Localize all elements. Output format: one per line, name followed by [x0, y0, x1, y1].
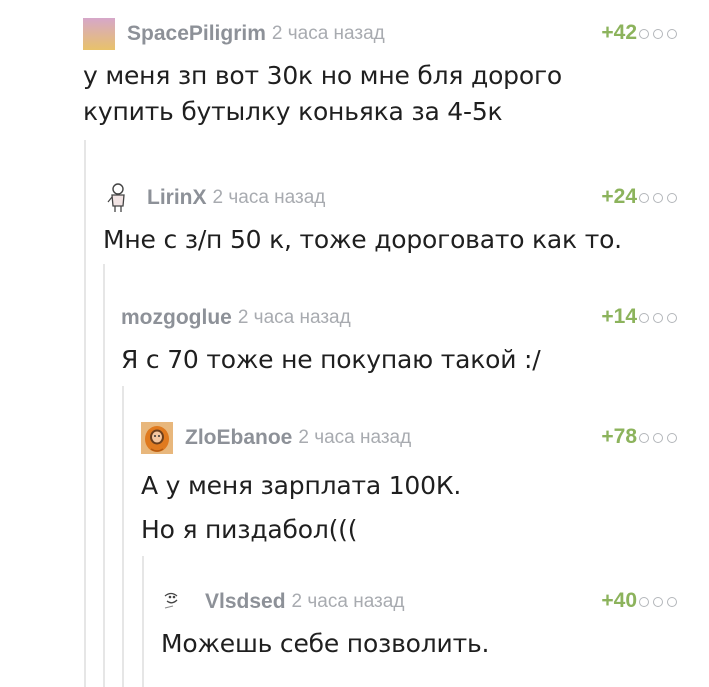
- username[interactable]: SpacePiligrim: [127, 22, 266, 46]
- dot-icon: [639, 29, 649, 39]
- comment: LirinX 2 часа назад +24 Мне с з/п 50 к, …: [103, 182, 709, 262]
- dot-icon: [653, 313, 663, 323]
- dot-icon: [667, 193, 677, 203]
- more-options-button[interactable]: [639, 18, 677, 50]
- hooded-character-avatar-icon[interactable]: [141, 422, 173, 454]
- rating-score: +78: [601, 425, 637, 448]
- comment-line: Но я пиздабол(((: [141, 515, 358, 544]
- thread-line: [84, 140, 86, 687]
- comment-header: Vlsdsed 2 часа назад: [161, 586, 404, 618]
- thread-line: [142, 556, 144, 687]
- comment-line: купить бутылку коньяка за 4-5к: [83, 97, 503, 126]
- timestamp[interactable]: 2 часа назад: [292, 591, 405, 613]
- rating-score: +40: [601, 589, 637, 612]
- comment: mozgoglue 2 часа назад +14 Я с 70 тоже н…: [121, 302, 709, 382]
- comment-line: Можешь себе позволить.: [161, 629, 490, 658]
- username[interactable]: Vlsdsed: [205, 590, 286, 614]
- comment-text: Мне с з/п 50 к, тоже дороговато как то.: [103, 222, 622, 258]
- more-options-button[interactable]: [639, 302, 677, 334]
- dot-icon: [653, 193, 663, 203]
- comment-line: Я с 70 тоже не покупаю такой :/: [121, 345, 541, 374]
- comment: ZloEbanoe 2 часа назад +78 А у меня зарп…: [141, 422, 709, 552]
- comment-header: ZloEbanoe 2 часа назад: [141, 422, 411, 454]
- comment-text: Я с 70 тоже не покупаю такой :/: [121, 342, 541, 378]
- comment-header: mozgoglue 2 часа назад: [121, 302, 351, 334]
- comment: SpacePiligrim 2 часа назад +42 у меня зп…: [83, 18, 709, 138]
- dot-icon: [653, 597, 663, 607]
- stick-figure-avatar-icon[interactable]: [103, 182, 135, 214]
- rating-score: +14: [601, 305, 637, 328]
- gradient-square-avatar-icon[interactable]: [83, 18, 115, 50]
- comment-line: А у меня зарплата 100К.: [141, 471, 462, 500]
- more-options-button[interactable]: [639, 182, 677, 214]
- username[interactable]: mozgoglue: [121, 306, 232, 330]
- more-options-button[interactable]: [639, 586, 677, 618]
- comment-text: Можешь себе позволить.: [161, 626, 489, 662]
- comment-header: LirinX 2 часа назад: [103, 182, 325, 214]
- rating-score: +24: [601, 185, 637, 208]
- timestamp[interactable]: 2 часа назад: [213, 187, 326, 209]
- dot-icon: [667, 433, 677, 443]
- smiley-sketch-avatar-icon[interactable]: [161, 586, 193, 618]
- dot-icon: [653, 29, 663, 39]
- rating-score: +42: [601, 21, 637, 44]
- timestamp[interactable]: 2 часа назад: [272, 23, 385, 45]
- comment-text: у меня зп вот 30к но мне бля дорого купи…: [83, 58, 562, 130]
- comment-text: А у меня зарплата 100К. Но я пиздабол(((: [141, 464, 461, 552]
- comment-line: у меня зп вот 30к но мне бля дорого: [83, 61, 562, 90]
- thread-line: [103, 264, 105, 687]
- comment-header: SpacePiligrim 2 часа назад: [83, 18, 385, 50]
- dot-icon: [639, 313, 649, 323]
- username[interactable]: LirinX: [147, 186, 207, 210]
- timestamp[interactable]: 2 часа назад: [238, 307, 351, 329]
- dot-icon: [653, 433, 663, 443]
- dot-icon: [639, 433, 649, 443]
- dot-icon: [667, 313, 677, 323]
- more-options-button[interactable]: [639, 422, 677, 454]
- comment: Vlsdsed 2 часа назад +40 Можешь себе поз…: [161, 586, 709, 676]
- dot-icon: [667, 597, 677, 607]
- username[interactable]: ZloEbanoe: [185, 426, 292, 450]
- dot-icon: [667, 29, 677, 39]
- thread-line: [122, 386, 124, 687]
- timestamp[interactable]: 2 часа назад: [298, 427, 411, 449]
- dot-icon: [639, 193, 649, 203]
- dot-icon: [639, 597, 649, 607]
- comment-line: Мне с з/п 50 к, тоже дороговато как то.: [103, 225, 622, 254]
